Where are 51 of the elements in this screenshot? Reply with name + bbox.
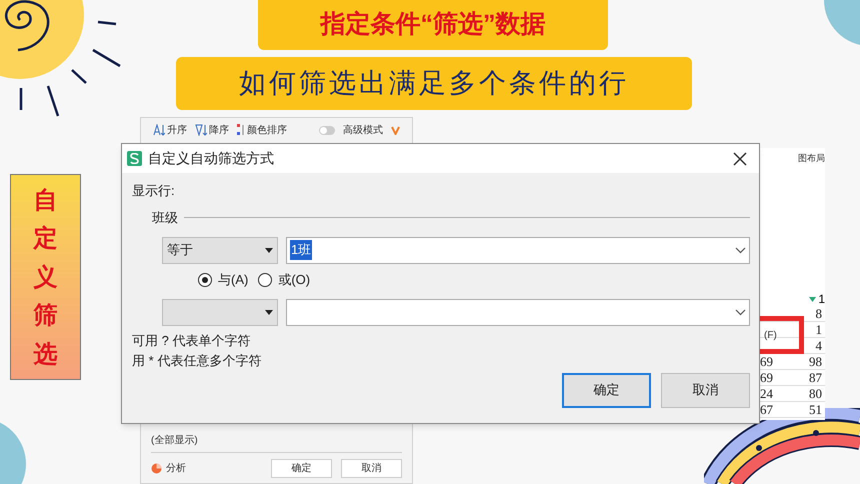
table-cell: 1 — [816, 322, 822, 337]
table-cell: 67 — [760, 402, 773, 417]
chevron-down-icon — [735, 308, 746, 316]
operator-select[interactable]: 等于 — [162, 236, 278, 264]
hint-text: 可用 ? 代表单个字符 — [132, 332, 252, 348]
value-combobox[interactable] — [286, 298, 750, 326]
advanced-mode-toggle[interactable] — [319, 126, 335, 134]
value-combobox[interactable]: 1班 — [286, 236, 750, 264]
app-logo-icon — [127, 151, 142, 166]
close-icon — [733, 152, 747, 166]
logic-radio[interactable]: 与(A) — [198, 270, 248, 290]
table-cell: 8 — [816, 306, 822, 321]
slide-title: 指定条件“筛选”数据 — [258, 0, 608, 50]
toolbar-button[interactable]: 颜色排序 — [237, 122, 287, 138]
section-label: 显示行: — [132, 183, 176, 199]
slide-subtitle: 如何筛选出满足多个条件的行 — [176, 57, 692, 110]
side-label: 自定义筛选 — [34, 184, 58, 370]
analyze-label[interactable]: 分析 — [166, 460, 186, 476]
show-all-label: (全部显示) — [150, 434, 199, 448]
panel-button[interactable]: 取消 — [341, 458, 402, 478]
table-cell: 87 — [809, 370, 822, 385]
pie-chart-icon — [151, 462, 162, 474]
table-cell: 24 — [760, 386, 773, 401]
dialog-button[interactable]: 确定 — [562, 372, 651, 408]
dialog-button[interactable]: 取消 — [661, 372, 750, 408]
caret-icon — [265, 310, 273, 314]
table-cell: 98 — [809, 354, 822, 369]
column-header: 1 — [818, 291, 825, 308]
sort-descending-icon — [195, 124, 207, 136]
sort-ascending-icon — [153, 124, 165, 136]
logic-radio[interactable]: 或(O) — [258, 270, 310, 290]
table-cell: 51 — [809, 402, 822, 417]
panel-button[interactable]: 确定 — [271, 458, 332, 478]
table-cell: 69 — [760, 370, 773, 385]
caret-icon — [265, 248, 273, 252]
filter-dropdown-icon — [809, 296, 816, 302]
operator-select[interactable] — [162, 298, 278, 326]
field-name: 班级 — [152, 209, 178, 227]
table-cell: 69 — [760, 354, 773, 369]
dialog-title: 自定义自动筛选方式 — [148, 149, 274, 168]
chevron-down-icon — [735, 246, 746, 254]
v-icon — [391, 126, 400, 134]
menu-hint: (F) — [764, 328, 777, 342]
table-cell: 4 — [816, 338, 822, 353]
table-cell: 80 — [809, 386, 822, 401]
advanced-mode-label: 高级模式 — [343, 124, 383, 138]
toolbar-button[interactable]: 升序 — [153, 122, 187, 138]
color-sort-icon — [237, 124, 245, 136]
hint-text: 用 * 代表任意多个字符 — [132, 352, 262, 368]
ribbon-label: 图布局 — [798, 152, 825, 164]
toolbar-button[interactable]: 降序 — [195, 122, 229, 138]
